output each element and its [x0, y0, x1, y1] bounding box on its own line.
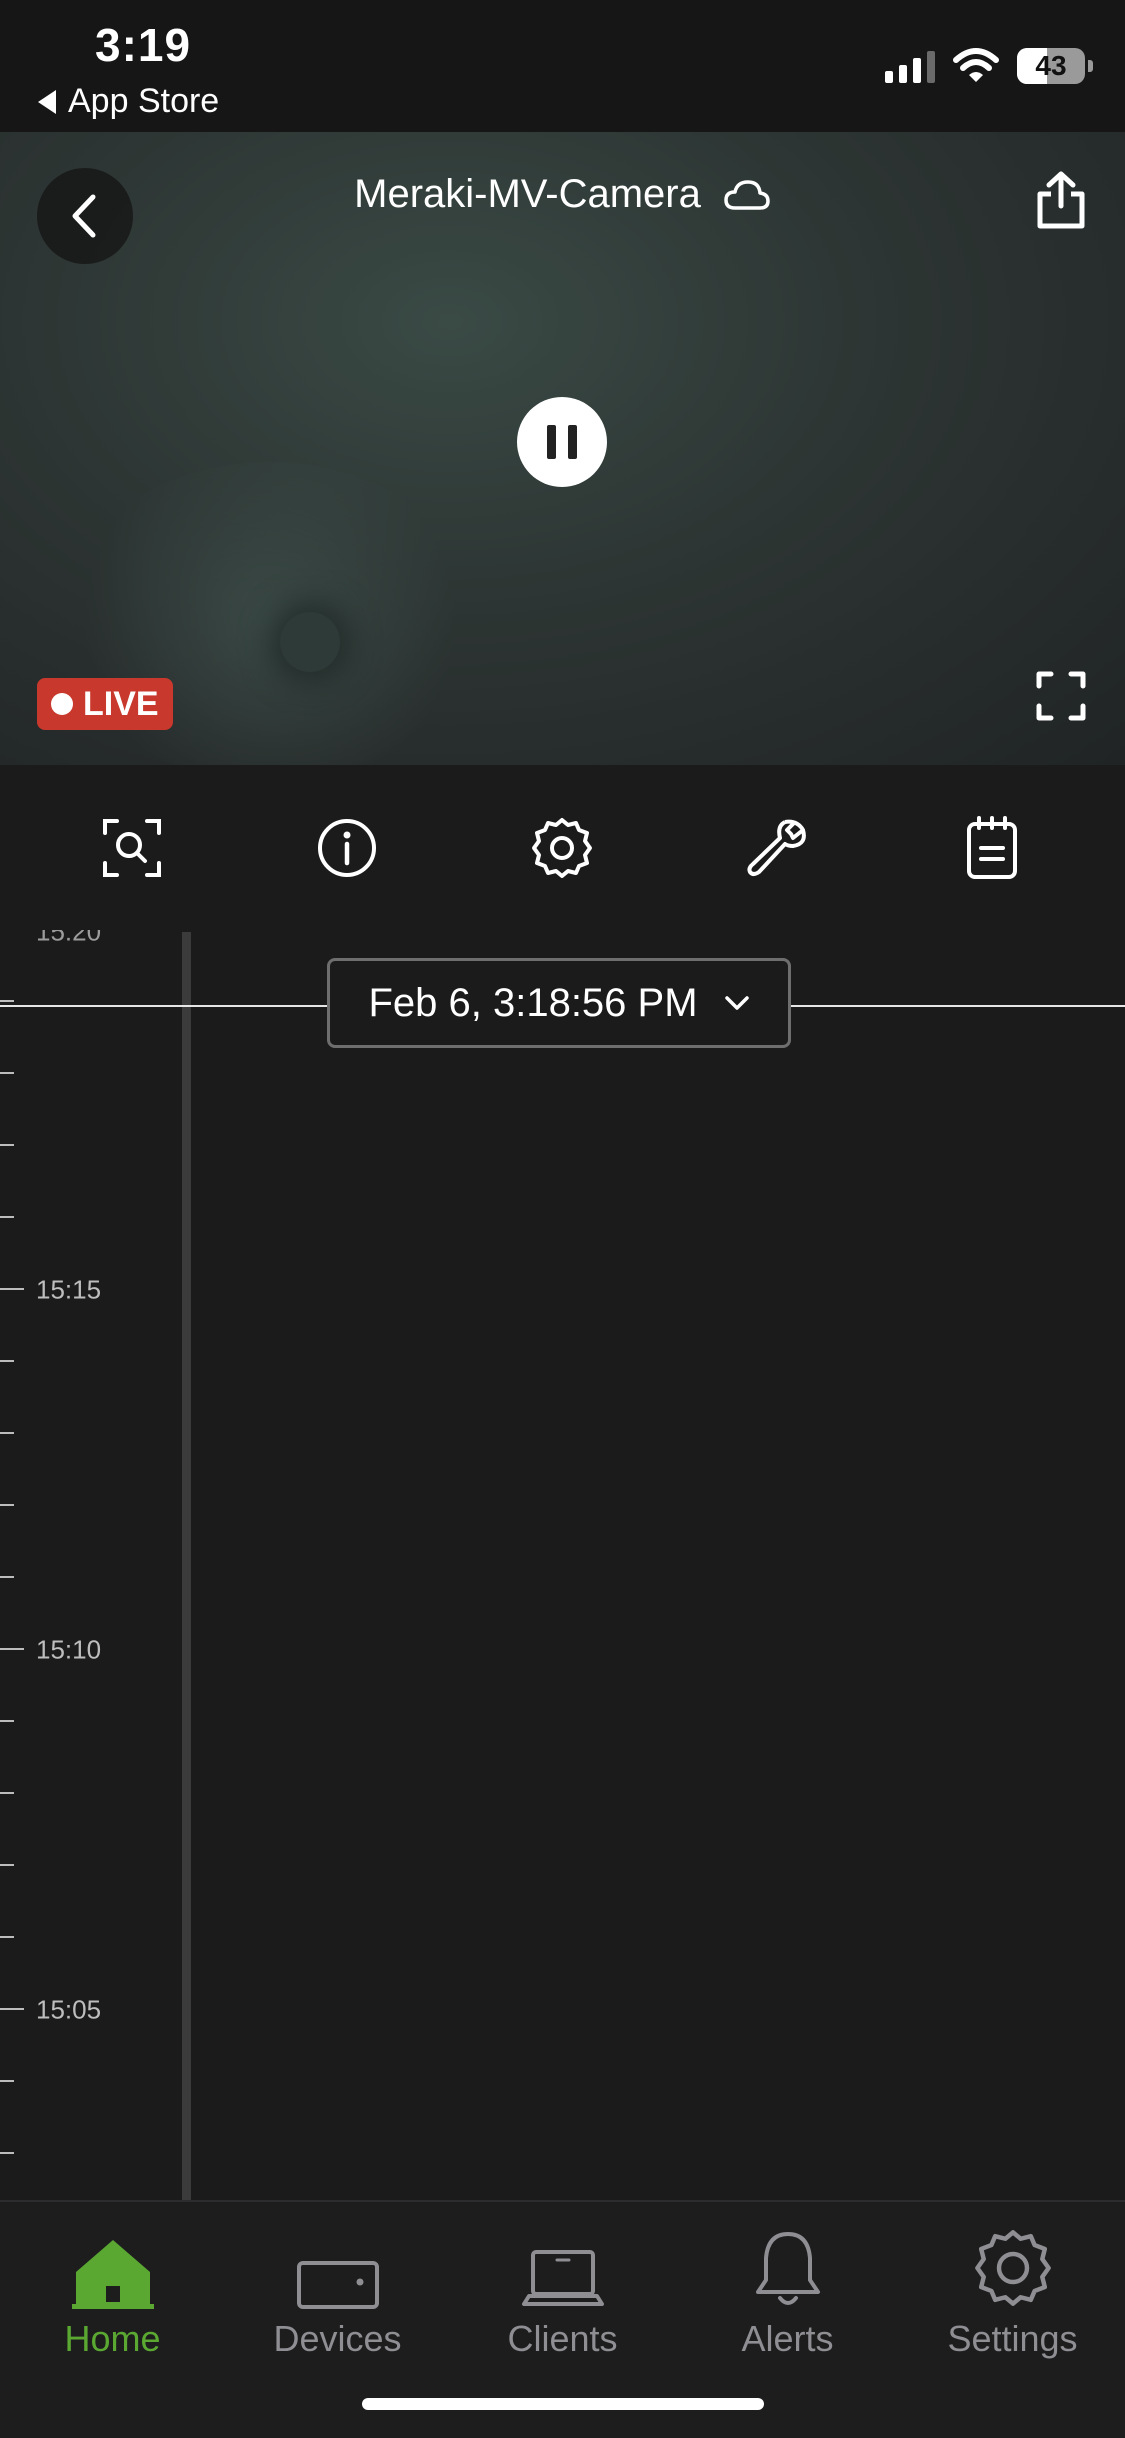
- status-bar: 3:19 App Store 43: [0, 0, 1125, 132]
- live-badge[interactable]: LIVE: [37, 678, 173, 730]
- live-label: LIVE: [83, 684, 159, 723]
- camera-title: Meraki-MV-Camera: [354, 172, 701, 216]
- tab-alerts-label: Alerts: [741, 2318, 834, 2359]
- timeline-tick: [0, 1000, 14, 1002]
- device-icon: [296, 2261, 379, 2309]
- share-button[interactable]: [1035, 170, 1087, 235]
- timeline-tick: [0, 1144, 14, 1146]
- timeline-tick: [0, 1432, 14, 1434]
- chevron-down-icon: [724, 996, 749, 1010]
- timeline-tick: [0, 1504, 14, 1506]
- share-icon: [1037, 171, 1085, 229]
- timeline-tick: [0, 1936, 14, 1938]
- timeline-track: [182, 932, 191, 2200]
- timeline-tick: [0, 2152, 14, 2154]
- timeline-tick: [0, 1792, 14, 1794]
- fullscreen-icon: [1036, 671, 1086, 721]
- wrench-icon: [747, 819, 806, 876]
- status-icons: 43: [885, 48, 1093, 84]
- tab-settings[interactable]: Settings: [900, 2222, 1125, 2360]
- battery-icon: 43: [1017, 48, 1093, 84]
- notes-button[interactable]: [957, 813, 1027, 883]
- pause-button[interactable]: [517, 397, 607, 487]
- time-label-partial: 15:20: [36, 930, 102, 947]
- timeline-tick: [0, 2080, 14, 2082]
- back-app-label: App Store: [68, 82, 220, 120]
- timeline-tick: [0, 1864, 14, 1866]
- home-indicator: [362, 2398, 764, 2410]
- fullscreen-button[interactable]: [1035, 670, 1087, 727]
- timeline-tick: [0, 1360, 14, 1362]
- ceiling-fan-image: [280, 612, 340, 672]
- tools-button[interactable]: [742, 813, 812, 883]
- time-label-1505: 15:05: [36, 1994, 102, 2025]
- back-to-app-store[interactable]: App Store: [38, 82, 219, 121]
- tab-devices-label: Devices: [273, 2318, 402, 2359]
- recording-timeline[interactable]: 15:20 15:15 15:10 15:05 Feb 6, 3:18:56 P…: [0, 930, 1125, 2200]
- zoom-search-button[interactable]: [97, 813, 167, 883]
- settings-gear-icon: [974, 2230, 1051, 2306]
- camera-toolbar: [0, 765, 1125, 930]
- info-icon: [318, 819, 376, 877]
- tab-home-label: Home: [64, 2318, 161, 2359]
- selected-datetime: Feb 6, 3:18:56 PM: [368, 980, 698, 1025]
- camera-title-row: Meraki-MV-Camera: [0, 172, 1125, 217]
- timeline-tick: [0, 1288, 24, 1290]
- timeline-tick: [0, 1576, 14, 1578]
- laptop-icon: [521, 2250, 604, 2306]
- timeline-tick: [0, 1648, 24, 1650]
- bell-icon: [755, 2232, 820, 2305]
- battery-percent: 43: [1035, 50, 1067, 81]
- tab-clients-label: Clients: [507, 2318, 618, 2359]
- cloud-icon: [724, 179, 770, 210]
- tab-settings-label: Settings: [947, 2318, 1078, 2359]
- time-label-1510: 15:10: [36, 1634, 102, 1665]
- tab-devices[interactable]: Devices: [225, 2222, 450, 2360]
- timeline-tick: [0, 1720, 14, 1722]
- camera-video-feed[interactable]: Meraki-MV-Camera LIVE: [0, 132, 1125, 765]
- gear-icon: [532, 818, 592, 878]
- tab-alerts[interactable]: Alerts: [675, 2222, 900, 2360]
- time-label-1515: 15:15: [36, 1274, 102, 1305]
- timeline-tick: [0, 1072, 14, 1074]
- back-triangle-icon: [38, 89, 56, 114]
- status-time: 3:19: [95, 19, 192, 71]
- camera-settings-button[interactable]: [527, 813, 597, 883]
- wifi-icon: [953, 48, 999, 82]
- cellular-signal-icon: [885, 49, 935, 83]
- tab-home[interactable]: Home: [0, 2222, 225, 2360]
- timeline-tick: [0, 2008, 24, 2010]
- info-button[interactable]: [312, 813, 382, 883]
- tab-clients[interactable]: Clients: [450, 2222, 675, 2360]
- date-time-picker[interactable]: Feb 6, 3:18:56 PM: [327, 958, 791, 1048]
- home-icon: [71, 2240, 154, 2309]
- live-dot-icon: [51, 693, 73, 715]
- notepad-icon: [967, 816, 1017, 879]
- timeline-tick: [0, 1216, 14, 1218]
- zoom-search-icon: [103, 819, 161, 877]
